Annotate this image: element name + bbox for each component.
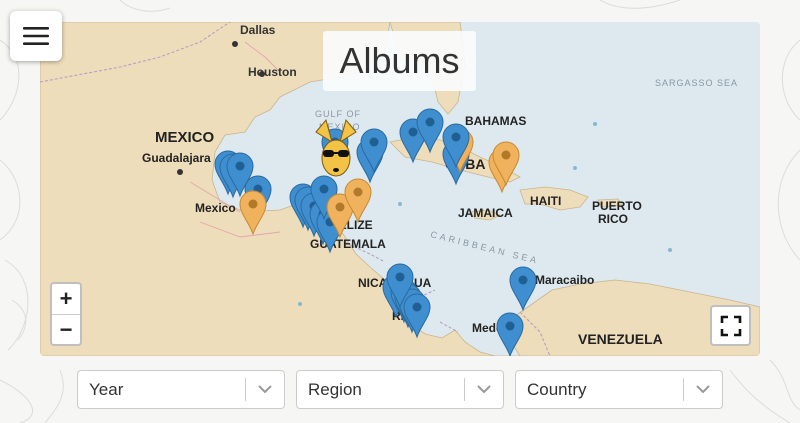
marker-center-dot <box>451 132 461 142</box>
region-filter-label: Region <box>308 379 362 399</box>
chevron-down-icon[interactable] <box>465 385 503 394</box>
zoom-control: + − <box>50 282 82 346</box>
label-gulf-1: GULF OF <box>315 109 361 119</box>
chevron-down-icon[interactable] <box>684 385 722 394</box>
fullscreen-icon <box>720 315 741 336</box>
zoom-in-button[interactable]: + <box>52 284 80 315</box>
fullscreen-button[interactable] <box>710 305 751 346</box>
label-puerto-1: PUERTO <box>592 199 642 213</box>
region-filter-select[interactable]: Region <box>296 370 504 409</box>
label-venezuela: VENEZUELA <box>578 331 663 347</box>
label-dallas: Dallas <box>240 23 276 37</box>
label-bahamas: BAHAMAS <box>465 114 526 128</box>
menu-button[interactable] <box>10 11 62 61</box>
label-mexico-city: Mexico <box>195 201 236 215</box>
marker-center-dot <box>408 127 418 137</box>
label-puerto-2: RICO <box>598 212 628 226</box>
page-title: Albums <box>323 31 476 91</box>
marker-center-dot <box>395 272 405 282</box>
marker-center-dot <box>335 202 345 212</box>
marker-center-dot <box>518 275 528 285</box>
label-maracaibo: Maracaibo <box>535 273 594 287</box>
label-haiti: HAITI <box>530 194 561 208</box>
marker-center-dot <box>369 137 379 147</box>
hamburger-menu-icon <box>23 27 49 45</box>
country-filter-select[interactable]: Country <box>515 370 723 409</box>
marker-center-dot <box>319 184 329 194</box>
year-filter-label: Year <box>89 379 124 399</box>
country-filter-label: Country <box>527 379 587 399</box>
marker-center-dot <box>353 187 363 197</box>
label-houston: Houston <box>248 65 297 79</box>
marker-center-dot <box>412 302 422 312</box>
marker-center-dot <box>235 161 245 171</box>
label-caribbean-sea: CARIBBEAN SEA <box>430 229 541 266</box>
marker-center-dot <box>248 199 258 209</box>
year-filter-select[interactable]: Year <box>77 370 285 409</box>
album-map-marker[interactable] <box>509 266 537 312</box>
label-mexico: MEXICO <box>155 129 215 146</box>
label-jamaica: JAMAICA <box>458 206 513 220</box>
marker-center-dot <box>425 117 435 127</box>
label-guadalajara: Guadalajara <box>142 151 211 165</box>
city-dot <box>177 169 183 175</box>
marker-center-dot <box>505 321 515 331</box>
chevron-down-icon[interactable] <box>246 385 284 394</box>
label-sargasso-sea: SARGASSO SEA <box>655 78 738 88</box>
zoom-out-button[interactable]: − <box>52 315 80 345</box>
city-dot <box>232 41 238 47</box>
marker-center-dot <box>501 150 511 160</box>
